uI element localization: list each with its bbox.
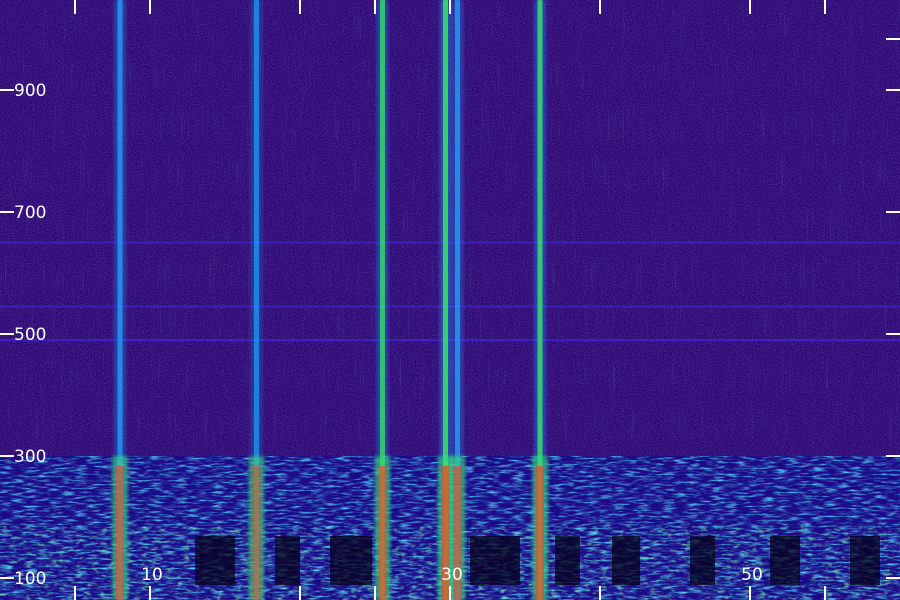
y-tick-label: 700 [14, 203, 46, 223]
band-gap [770, 536, 800, 585]
band-gap [275, 536, 300, 585]
y-tick-label: 900 [14, 81, 46, 101]
band-gap [470, 536, 520, 585]
spectrogram-chart: 100 300 500 700 900 10 30 50 [0, 0, 900, 600]
x-tick-label: 30 [441, 565, 463, 585]
band-gap [555, 536, 580, 585]
x-tick-label: 10 [141, 565, 163, 585]
vertical-line [449, 0, 466, 600]
band-gap [612, 536, 640, 585]
band-gap [850, 536, 880, 585]
y-tick-label: 100 [14, 569, 46, 589]
vertical-line [374, 0, 391, 600]
y-tick-label: 300 [14, 447, 46, 467]
vertical-line [532, 0, 548, 600]
band-gap [690, 536, 715, 585]
x-tick-label: 50 [741, 565, 763, 585]
y-tick-label: 500 [14, 325, 46, 345]
band-gap [330, 536, 372, 585]
vertical-line [112, 0, 128, 600]
vertical-line [248, 0, 265, 600]
band-gap [195, 536, 235, 585]
